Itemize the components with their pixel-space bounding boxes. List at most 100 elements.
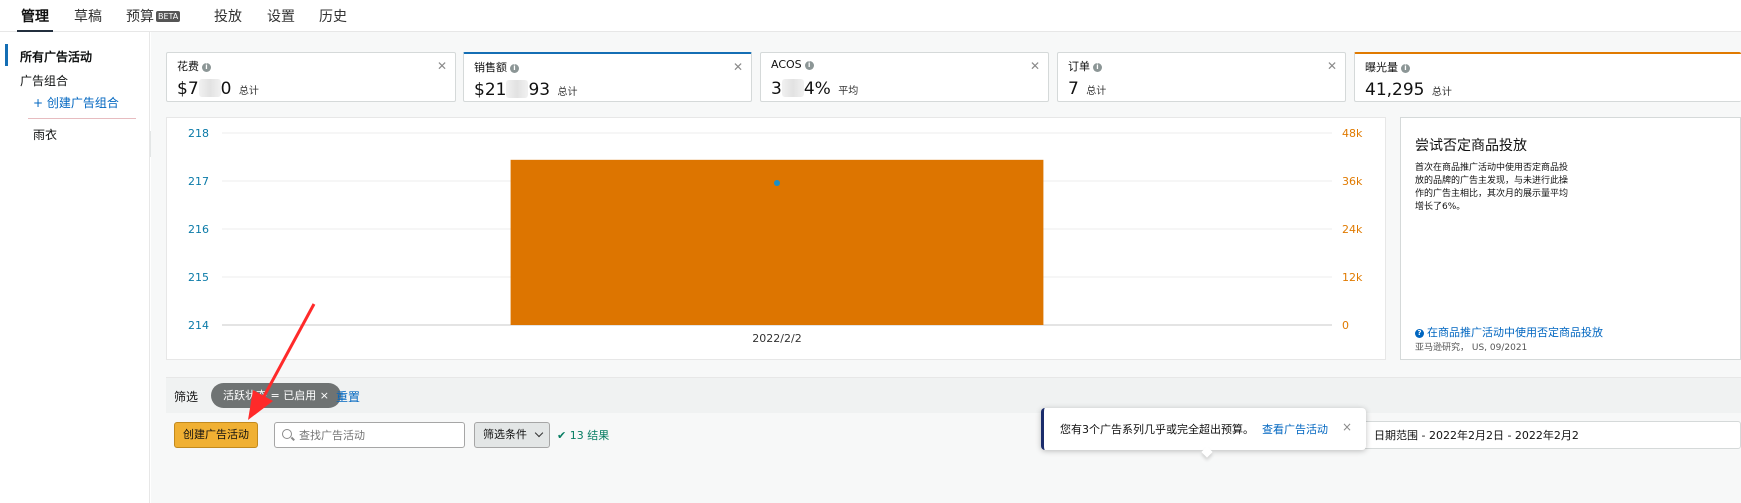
tip-body: 首次在商品推广活动中使用否定商品投放的品牌的广告主发现，与未进行此操作的广告主相…	[1415, 163, 1569, 212]
info-icon[interactable]: i	[510, 64, 519, 73]
sidebar-item-portfolio[interactable]: 雨衣	[33, 126, 57, 143]
results-count: ✔ 13 结果	[557, 429, 610, 442]
metric-label: ACOS i	[771, 58, 814, 71]
metric-value-text: 4%	[803, 79, 831, 99]
metric-sub: 总计	[238, 86, 259, 97]
right-tick-label: 48k	[1342, 127, 1363, 140]
tip-panel: 尝试否定商品投放 首次在商品推广活动中使用否定商品投放的品牌的广告主发现，与未进…	[1400, 117, 1741, 360]
search-input[interactable]	[274, 422, 465, 448]
right-tick-label: 0	[1342, 319, 1349, 332]
sidebar-item-all-campaigns[interactable]: 所有广告活动	[20, 48, 92, 65]
metric-value-text: $21	[474, 80, 507, 100]
tab-manage[interactable]: 管理	[17, 6, 53, 33]
filter-dropdown-button[interactable]: 筛选条件	[474, 422, 550, 448]
metric-card-orders[interactable]: 订单 i 7 总计 ✕	[1057, 52, 1346, 102]
close-icon[interactable]: ✕	[733, 60, 743, 74]
toast-text: 您有3个广告系列几乎或完全超出预算。	[1060, 423, 1254, 436]
filter-bar: 筛选 活跃状态 = 已启用 × 重置	[166, 377, 1741, 413]
metric-value: 7 总计	[1068, 79, 1106, 99]
tab-label: 预算	[126, 9, 154, 25]
metric-label-text: 销售额	[474, 61, 507, 74]
metric-value-text: 0	[220, 79, 232, 99]
metric-value-text: 93	[528, 80, 551, 100]
metric-card-impressions[interactable]: 曝光量 i 41,295 总计	[1354, 52, 1741, 102]
tip-link[interactable]: ? 在商品推广活动中使用否定商品投放	[1415, 324, 1603, 340]
metric-card-acos[interactable]: ACOS i 3 4% 平均 ✕	[760, 52, 1049, 102]
x-tick-label: 2022/2/2	[752, 332, 801, 345]
tab-budget[interactable]: 预算 BETA	[126, 6, 181, 26]
tip-link-text: 在商品推广活动中使用否定商品投放	[1427, 326, 1603, 339]
metric-card-sales[interactable]: 销售额 i $21 93 总计 ✕	[463, 52, 752, 102]
info-icon[interactable]: i	[1093, 63, 1102, 72]
tab-targeting[interactable]: 投放	[214, 6, 242, 26]
metric-label: 花费 i	[177, 58, 211, 74]
tab-settings[interactable]: 设置	[267, 6, 295, 26]
right-tick-label: 36k	[1342, 175, 1363, 188]
metric-label: 销售额 i	[474, 59, 519, 75]
metric-label-text: 订单	[1068, 60, 1090, 73]
chip-label: 活跃状态 = 已启用	[223, 389, 317, 402]
left-tick-label: 218	[188, 127, 209, 140]
create-portfolio-link[interactable]: + 创建广告组合	[33, 94, 119, 111]
redacted-blur	[781, 79, 804, 97]
info-icon[interactable]: i	[202, 63, 211, 72]
left-tick-label: 214	[188, 319, 209, 332]
close-icon[interactable]: ×	[320, 389, 329, 402]
redacted-blur	[198, 79, 221, 97]
metric-sub: 平均	[838, 86, 859, 97]
left-tick-label: 217	[188, 175, 209, 188]
close-icon[interactable]: ✕	[1030, 59, 1040, 73]
tab-label: 投放	[214, 9, 242, 25]
metric-sub: 总计	[1431, 87, 1452, 98]
metric-value: 3 4% 平均	[771, 79, 858, 99]
data-point	[774, 180, 780, 186]
tip-source: 亚马逊研究， US, 09/2021	[1415, 343, 1528, 353]
filter-label: 筛选	[174, 390, 199, 404]
metric-value: $21 93 总计	[474, 80, 578, 100]
info-icon[interactable]: i	[804, 61, 814, 70]
reset-filters-link[interactable]: 重置	[336, 388, 360, 405]
tab-history[interactable]: 历史	[319, 6, 347, 26]
sidebar-item-portfolios[interactable]: 广告组合	[20, 72, 68, 89]
filter-button-label: 筛选条件	[483, 428, 527, 441]
budget-toast: 您有3个广告系列几乎或完全超出预算。 查看广告活动 ×	[1041, 408, 1366, 458]
help-icon: ?	[1415, 329, 1424, 338]
metric-label-text: 曝光量	[1365, 61, 1398, 74]
metric-sub: 总计	[1086, 86, 1107, 97]
chevron-down-icon	[534, 428, 544, 438]
status-filter-chip[interactable]: 活跃状态 = 已启用 ×	[211, 383, 341, 408]
tab-label: 管理	[21, 9, 49, 25]
active-indicator	[5, 44, 8, 66]
tab-drafts[interactable]: 草稿	[74, 6, 102, 26]
metric-sub: 总计	[557, 87, 578, 98]
close-icon[interactable]: ✕	[437, 59, 447, 73]
right-tick-label: 12k	[1342, 271, 1363, 284]
create-campaign-button[interactable]: 创建广告活动	[174, 422, 258, 448]
metric-value-text: 3	[771, 79, 782, 99]
info-icon[interactable]: i	[1401, 64, 1410, 73]
date-range-label[interactable]: 日期范围 - 2022年2月2日 - 2022年2月2	[1374, 427, 1579, 443]
metric-label-text: ACOS	[771, 58, 802, 71]
tab-label: 设置	[267, 9, 295, 25]
metric-label-text: 花费	[177, 60, 199, 73]
search-icon	[282, 429, 292, 439]
sidebar-divider	[28, 118, 136, 119]
metric-label: 订单 i	[1068, 58, 1102, 74]
left-tick-label: 216	[188, 223, 209, 236]
view-campaigns-link[interactable]: 查看广告活动	[1262, 423, 1328, 436]
tab-label: 历史	[319, 9, 347, 25]
tab-label: 草稿	[74, 9, 102, 25]
metric-value-text: $7	[177, 79, 199, 99]
close-icon[interactable]: ✕	[1327, 59, 1337, 73]
left-tick-label: 215	[188, 271, 209, 284]
beta-badge: BETA	[156, 11, 181, 22]
performance-chart: 218 48k 217 36k 216 24k 215 12k 214 0 2022/2/2	[166, 117, 1386, 360]
metric-label: 曝光量 i	[1365, 59, 1410, 75]
action-bar: 创建广告活动 筛选条件 ✔ 13 结果 日期范围 - 2022年2月2日 - 2…	[166, 413, 1741, 503]
top-nav: 管理 草稿 预算 BETA 投放 设置 历史	[0, 0, 1741, 33]
metric-value-text: 41,295	[1365, 80, 1425, 100]
right-tick-label: 24k	[1342, 223, 1363, 236]
close-icon[interactable]: ×	[1342, 420, 1352, 434]
metric-card-spend[interactable]: 花费 i $7 0 总计 ✕	[166, 52, 456, 102]
metric-value: 41,295 总计	[1365, 80, 1452, 100]
